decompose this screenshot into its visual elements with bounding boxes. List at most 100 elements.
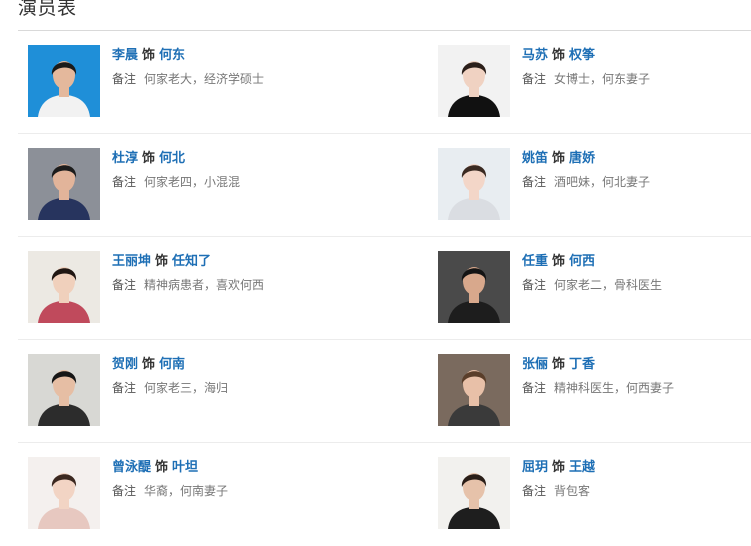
- note-label: 备注: [522, 484, 547, 498]
- as-word: 饰: [142, 357, 156, 372]
- note-label: 备注: [522, 278, 547, 292]
- actor-name-link[interactable]: 张俪: [522, 357, 548, 372]
- note-label: 备注: [112, 72, 137, 86]
- role-name-link[interactable]: 丁香: [569, 357, 595, 372]
- portrait-image: [438, 457, 510, 529]
- actor-name-link[interactable]: 任重: [522, 254, 548, 269]
- name-line: 任重饰何西: [522, 253, 751, 271]
- actor-photo[interactable]: [438, 354, 510, 426]
- role-name-link[interactable]: 何南: [159, 357, 185, 372]
- portrait-image: [28, 148, 100, 220]
- note-line: 备注 精神科医生，何西妻子: [522, 380, 751, 396]
- note-label: 备注: [522, 381, 547, 395]
- name-line: 姚笛饰唐娇: [522, 150, 751, 168]
- cast-info: 姚笛饰唐娇 备注 酒吧妹，何北妻子: [522, 150, 751, 190]
- name-line: 曾泳醍饰叶坦: [112, 459, 342, 477]
- note-text: 何家老四，小混混: [144, 175, 241, 189]
- cast-entry: 任重饰何西 备注 何家老二，骨科医生: [438, 251, 751, 323]
- note-label: 备注: [522, 175, 547, 189]
- note-label: 备注: [112, 175, 137, 189]
- as-word: 饰: [552, 48, 566, 63]
- role-name-link[interactable]: 王越: [569, 460, 595, 475]
- name-line: 屈玥饰王越: [522, 459, 751, 477]
- note-label: 备注: [112, 278, 137, 292]
- section-title: 演员表: [18, 0, 77, 19]
- note-line: 备注 精神病患者，喜欢何西: [112, 277, 342, 293]
- cast-info: 马苏饰权筝 备注 女博士，何东妻子: [522, 47, 751, 87]
- actor-name-link[interactable]: 屈玥: [522, 460, 548, 475]
- cast-row: 王丽坤饰任知了 备注 精神病患者，喜欢何西 任重饰何西 备注 何家老二，骨科医生: [18, 237, 751, 340]
- cast-info: 杜淳饰何北 备注 何家老四，小混混: [112, 150, 342, 190]
- actor-photo[interactable]: [438, 148, 510, 220]
- note-line: 备注 何家老二，骨科医生: [522, 277, 751, 293]
- actor-name-link[interactable]: 马苏: [522, 48, 548, 63]
- note-line: 备注 华裔，何南妻子: [112, 483, 342, 499]
- role-name-link[interactable]: 任知了: [172, 254, 211, 269]
- actor-photo[interactable]: [28, 457, 100, 529]
- note-text: 华裔，何南妻子: [144, 484, 229, 498]
- portrait-image: [28, 45, 100, 117]
- as-word: 饰: [142, 48, 156, 63]
- actor-photo[interactable]: [28, 148, 100, 220]
- name-line: 杜淳饰何北: [112, 150, 342, 168]
- portrait-image: [438, 45, 510, 117]
- as-word: 饰: [552, 357, 566, 372]
- note-line: 备注 背包客: [522, 483, 751, 499]
- role-name-link[interactable]: 何北: [159, 151, 185, 166]
- as-word: 饰: [155, 254, 169, 269]
- cast-info: 王丽坤饰任知了 备注 精神病患者，喜欢何西: [112, 253, 342, 293]
- name-line: 贺刚饰何南: [112, 356, 342, 374]
- as-word: 饰: [552, 460, 566, 475]
- portrait-image: [438, 251, 510, 323]
- note-text: 背包客: [554, 484, 591, 498]
- actor-photo[interactable]: [438, 45, 510, 117]
- note-text: 精神病患者，喜欢何西: [144, 278, 265, 292]
- note-text: 何家老二，骨科医生: [554, 278, 663, 292]
- name-line: 张俪饰丁香: [522, 356, 751, 374]
- cast-row: 贺刚饰何南 备注 何家老三，海归 张俪饰丁香 备注 精神科医生，何西妻子: [18, 340, 751, 443]
- note-line: 备注 何家老三，海归: [112, 380, 342, 396]
- actor-photo[interactable]: [28, 251, 100, 323]
- actor-photo[interactable]: [28, 354, 100, 426]
- note-label: 备注: [112, 484, 137, 498]
- name-line: 王丽坤饰任知了: [112, 253, 342, 271]
- role-name-link[interactable]: 何西: [569, 254, 595, 269]
- actor-name-link[interactable]: 曾泳醍: [112, 460, 151, 475]
- cast-info: 张俪饰丁香 备注 精神科医生，何西妻子: [522, 356, 751, 396]
- cast-entry: 李晨饰何东 备注 何家老大，经济学硕士: [28, 45, 348, 117]
- cast-entry: 姚笛饰唐娇 备注 酒吧妹，何北妻子: [438, 148, 751, 220]
- actor-name-link[interactable]: 杜淳: [112, 151, 138, 166]
- cast-row: 曾泳醍饰叶坦 备注 华裔，何南妻子 屈玥饰王越 备注 背包客: [18, 443, 751, 546]
- as-word: 饰: [155, 460, 169, 475]
- note-line: 备注 何家老四，小混混: [112, 174, 342, 190]
- portrait-image: [438, 354, 510, 426]
- cast-info: 曾泳醍饰叶坦 备注 华裔，何南妻子: [112, 459, 342, 499]
- cast-info: 任重饰何西 备注 何家老二，骨科医生: [522, 253, 751, 293]
- actor-photo[interactable]: [438, 457, 510, 529]
- actor-name-link[interactable]: 李晨: [112, 48, 138, 63]
- portrait-image: [28, 354, 100, 426]
- role-name-link[interactable]: 叶坦: [172, 460, 198, 475]
- cast-info: 李晨饰何东 备注 何家老大，经济学硕士: [112, 47, 342, 87]
- cast-info: 贺刚饰何南 备注 何家老三，海归: [112, 356, 342, 396]
- note-text: 何家老三，海归: [144, 381, 229, 395]
- cast-entry: 王丽坤饰任知了 备注 精神病患者，喜欢何西: [28, 251, 348, 323]
- role-name-link[interactable]: 唐娇: [569, 151, 595, 166]
- actor-name-link[interactable]: 贺刚: [112, 357, 138, 372]
- actor-photo[interactable]: [28, 45, 100, 117]
- note-text: 女博士，何东妻子: [554, 72, 651, 86]
- portrait-image: [438, 148, 510, 220]
- as-word: 饰: [552, 254, 566, 269]
- actor-photo[interactable]: [438, 251, 510, 323]
- role-name-link[interactable]: 权筝: [569, 48, 595, 63]
- actor-name-link[interactable]: 姚笛: [522, 151, 548, 166]
- role-name-link[interactable]: 何东: [159, 48, 185, 63]
- cast-entry: 马苏饰权筝 备注 女博士，何东妻子: [438, 45, 751, 117]
- name-line: 马苏饰权筝: [522, 47, 751, 65]
- actor-name-link[interactable]: 王丽坤: [112, 254, 151, 269]
- cast-entry: 杜淳饰何北 备注 何家老四，小混混: [28, 148, 348, 220]
- cast-entry: 屈玥饰王越 备注 背包客: [438, 457, 751, 529]
- cast-row: 李晨饰何东 备注 何家老大，经济学硕士 马苏饰权筝 备注 女博士，何东妻子: [18, 31, 751, 134]
- cast-info: 屈玥饰王越 备注 背包客: [522, 459, 751, 499]
- note-text: 精神科医生，何西妻子: [554, 381, 675, 395]
